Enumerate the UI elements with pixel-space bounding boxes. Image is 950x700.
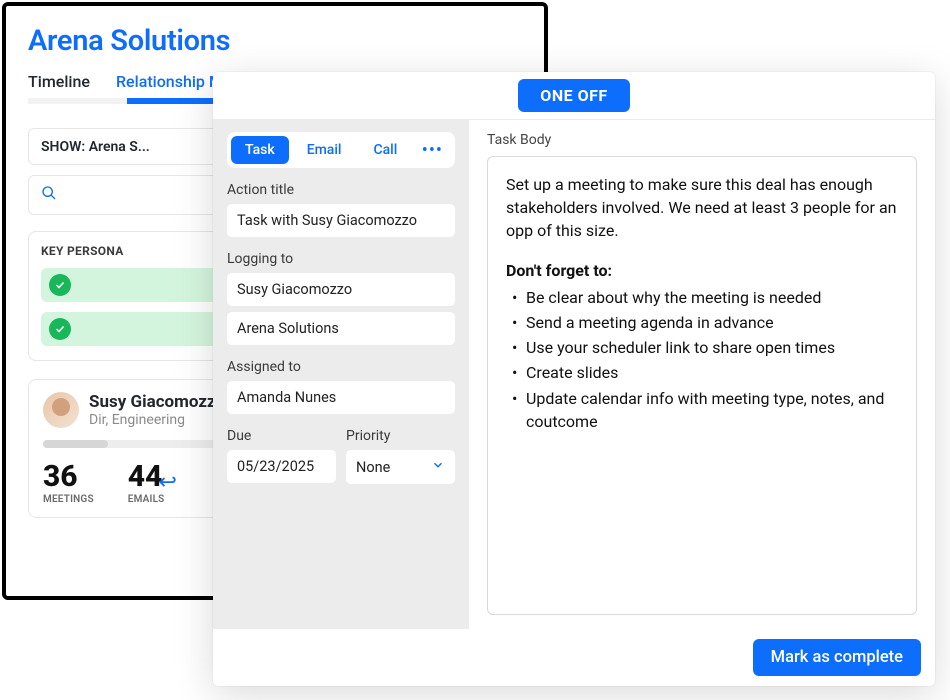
- type-tab-task[interactable]: Task: [231, 136, 289, 164]
- more-icon[interactable]: •••: [422, 140, 443, 161]
- priority-value: None: [356, 459, 390, 476]
- task-body-intro: Set up a meeting to make sure this deal …: [506, 173, 898, 243]
- one-off-button[interactable]: ONE OFF: [518, 79, 629, 112]
- task-body-column: Task Body Set up a meeting to make sure …: [469, 120, 935, 629]
- task-panel: ONE OFF Task Email Call ••• Action title…: [213, 72, 935, 686]
- avatar: [43, 392, 79, 428]
- footer-row: Mark as complete: [213, 629, 935, 686]
- check-icon: [49, 318, 71, 340]
- task-body-subheading: Don't forget to:: [506, 259, 898, 282]
- task-body-item: Create slides: [510, 361, 898, 384]
- action-title-label: Action title: [227, 182, 455, 198]
- filter-label: SHOW: Arena S...: [41, 139, 150, 155]
- assigned-to-label: Assigned to: [227, 359, 455, 375]
- stat-meetings: 36 MEETINGS: [43, 462, 94, 505]
- task-body-item: Be clear about why the meeting is needed: [510, 286, 898, 309]
- logging-to-label: Logging to: [227, 251, 455, 267]
- stat-emails: 44 EMAILS ↩: [128, 462, 177, 505]
- stat-meetings-label: MEETINGS: [43, 494, 94, 505]
- type-tab-email[interactable]: Email: [293, 136, 356, 164]
- logging-to-contact[interactable]: Susy Giacomozzo: [227, 273, 455, 306]
- task-body-list: Be clear about why the meeting is needed…: [506, 286, 898, 433]
- action-title-input[interactable]: Task with Susy Giacomozzo: [227, 204, 455, 237]
- contact-name: Susy Giacomozzo: [89, 392, 225, 412]
- check-icon: [49, 274, 71, 296]
- mark-complete-button[interactable]: Mark as complete: [753, 639, 921, 676]
- contact-role: Dir, Engineering: [89, 412, 225, 428]
- action-type-tabs: Task Email Call •••: [227, 132, 455, 168]
- task-body-textarea[interactable]: Set up a meeting to make sure this deal …: [487, 156, 917, 615]
- stat-emails-label: EMAILS: [128, 494, 165, 505]
- task-body-item: Send a meeting agenda in advance: [510, 311, 898, 334]
- reply-icon: ↩: [159, 470, 177, 495]
- logging-to-account[interactable]: Arena Solutions: [227, 312, 455, 345]
- type-tab-call[interactable]: Call: [359, 136, 411, 164]
- due-input[interactable]: 05/23/2025: [227, 450, 336, 483]
- one-off-bar: ONE OFF: [213, 72, 935, 120]
- stat-meetings-num: 36: [43, 462, 94, 492]
- task-body-label: Task Body: [487, 132, 917, 148]
- assigned-to-input[interactable]: Amanda Nunes: [227, 381, 455, 414]
- priority-select[interactable]: None: [346, 450, 455, 484]
- account-title: Arena Solutions: [28, 24, 522, 58]
- chevron-down-icon: [431, 458, 445, 476]
- search-icon: [41, 185, 57, 205]
- due-label: Due: [227, 428, 336, 444]
- task-body-item: Update calendar info with meeting type, …: [510, 387, 898, 433]
- task-body-item: Use your scheduler link to share open ti…: [510, 336, 898, 359]
- task-form-column: Task Email Call ••• Action title Task wi…: [213, 120, 469, 629]
- priority-label: Priority: [346, 428, 455, 444]
